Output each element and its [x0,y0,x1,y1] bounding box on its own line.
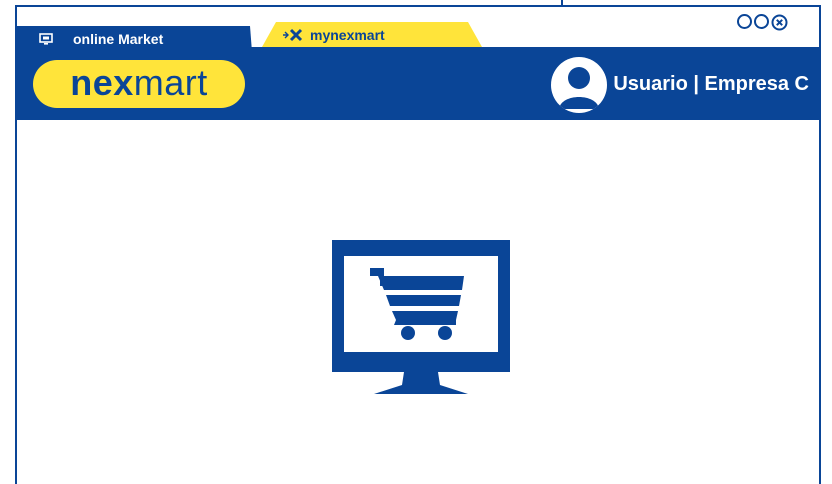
logo-bold-text: nex [70,62,134,103]
nexmart-logo[interactable]: nexmart [33,60,245,108]
tab-mynexmart-label: mynexmart [310,26,385,43]
maximize-circle-icon[interactable] [754,14,769,29]
nexmart-x-icon [283,28,303,41]
logo-light-text: mart [133,62,208,103]
tab-online-market-label: online Market [73,31,164,47]
user-avatar-icon [551,56,608,113]
window-controls [737,14,788,31]
close-circle-icon[interactable] [771,14,788,31]
app-window: online Market mynexmart nexmart Usuario … [15,5,821,484]
user-menu[interactable]: Usuario | Empresa C [551,56,809,113]
minimize-circle-icon[interactable] [737,14,752,29]
monitor-icon [39,33,53,45]
user-label: Usuario | Empresa C [613,73,809,95]
tab-mynexmart[interactable]: mynexmart [262,22,482,47]
main-content [17,120,819,484]
app-header: nexmart Usuario | Empresa C [17,47,819,120]
monitor-shopping-cart-icon [332,240,510,394]
